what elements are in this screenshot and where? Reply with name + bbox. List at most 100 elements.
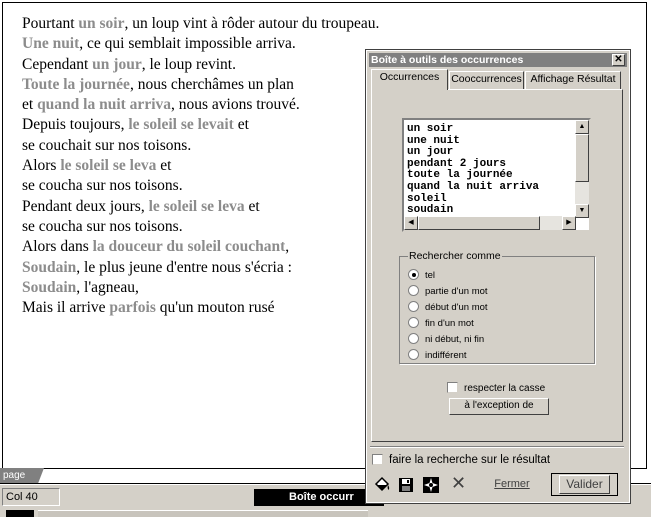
search-mode-option[interactable]: ni début, ni fin	[408, 333, 484, 347]
search-on-result-label: faire la recherche sur le résultat	[389, 454, 551, 466]
tab-cooccurrences-label: Cooccurrences	[451, 73, 522, 85]
occurrence-highlight: Soudain	[22, 258, 77, 276]
document-line: Alors le soleil se leva et	[22, 156, 379, 176]
document-line: Cependant un jour, le loup revint.	[22, 55, 379, 75]
document-line: se couchait sur nos toisons.	[22, 136, 379, 156]
text-run: , le loup revint.	[141, 55, 236, 73]
occurrence-highlight: le soleil se leva	[60, 157, 157, 175]
radio-button[interactable]	[408, 333, 419, 344]
radio-button[interactable]	[408, 285, 419, 296]
document-line: et quand la nuit arriva, nous avions tro…	[22, 95, 379, 115]
magic-wand-icon[interactable]	[422, 476, 440, 494]
taskbar-window-button[interactable]: Boîte occurr	[254, 489, 384, 506]
column-indicator: Col 40	[2, 488, 60, 506]
clear-icon[interactable]: ✕	[451, 474, 466, 492]
occurrence-highlight: le soleil se leva	[148, 197, 245, 215]
radio-label: partie d'un mot	[425, 286, 488, 297]
close-button[interactable]: ✕	[612, 54, 625, 66]
search-on-result-option[interactable]: faire la recherche sur le résultat	[372, 453, 550, 467]
save-icon[interactable]	[397, 476, 415, 494]
occurrence-highlight: Soudain	[22, 278, 77, 296]
search-mode-option[interactable]: tel	[408, 269, 435, 283]
document-line: Pendant deux jours, le soleil se leva et	[22, 197, 379, 217]
text-run: , un loup vint à rôder autour du troupea…	[124, 15, 380, 32]
text-run: se coucha sur nos toisons.	[22, 217, 183, 235]
scroll-right-button[interactable]: ▶	[562, 216, 576, 230]
tab-cooccurrences[interactable]: Cooccurrences	[449, 71, 524, 89]
document-text[interactable]: Pourtant un soir, un loup vint à rôder a…	[22, 14, 379, 318]
occurrences-toolbox-window: Boîte à outils des occurrences ✕ Occurre…	[365, 49, 631, 504]
paint-bucket-icon[interactable]	[373, 476, 391, 494]
text-run: , le plus jeune d'entre nous s'écria :	[76, 258, 292, 276]
list-item[interactable]: un soir	[407, 123, 539, 136]
document-line: Une nuit, ce qui semblait impossible arr…	[22, 34, 379, 54]
case-sensitive-checkbox[interactable]	[447, 382, 458, 393]
tab-occurrences[interactable]: Occurrences	[371, 69, 448, 90]
search-on-result-checkbox[interactable]	[372, 454, 383, 465]
radio-label: ni début, ni fin	[425, 334, 485, 345]
radio-button[interactable]	[408, 317, 419, 328]
vertical-scrollbar[interactable]: ▲ ▼	[575, 120, 589, 218]
window-title: Boîte à outils des occurrences	[371, 54, 524, 66]
scroll-down-button[interactable]: ▼	[575, 204, 589, 218]
search-mode-option[interactable]: début d'un mot	[408, 301, 488, 315]
vertical-scroll-thumb[interactable]	[575, 134, 589, 182]
occurrence-list[interactable]: un soir une nuit un jour pendant 2 jours tou…	[402, 118, 591, 232]
document-line: Alors dans la douceur du soleil couchant…	[22, 237, 379, 257]
horizontal-scrollbar[interactable]: ◀ ▶	[404, 216, 576, 230]
occurrence-highlight: le soleil se levait	[128, 116, 234, 134]
text-run: ,	[285, 238, 290, 256]
occurrence-highlight: un soir	[78, 15, 125, 32]
radio-button[interactable]	[408, 349, 419, 360]
text-run: , ce qui semblait impossible arriva.	[79, 35, 296, 53]
search-mode-legend: Rechercher comme	[408, 250, 502, 262]
search-mode-option[interactable]: partie d'un mot	[408, 285, 488, 299]
document-line: Depuis toujours, le soleil se levait et	[22, 115, 379, 135]
occurrence-highlight: Une nuit	[22, 35, 80, 53]
text-run: et	[22, 96, 38, 114]
horizontal-scroll-thumb[interactable]	[418, 216, 540, 230]
page-tab[interactable]: page	[0, 468, 44, 484]
occurrence-highlight: parfois	[109, 299, 156, 317]
text-run: , nous cherchâmes un plan	[129, 75, 294, 93]
document-line: Soudain, l'agneau,	[22, 278, 379, 298]
window-titlebar[interactable]: Boîte à outils des occurrences ✕	[369, 53, 627, 67]
tab-result-label: Affichage Résultat	[530, 73, 616, 85]
case-sensitive-label: respecter la casse	[464, 383, 546, 394]
validate-label: Valider	[559, 475, 610, 494]
occurrence-highlight: un jour	[92, 55, 142, 73]
radio-button[interactable]	[408, 269, 419, 280]
radio-label: fin d'un mot	[425, 318, 474, 329]
document-line: Pourtant un soir, un loup vint à rôder a…	[22, 14, 379, 34]
text-run: Pendant deux jours,	[22, 197, 149, 215]
text-run: Pourtant	[22, 15, 79, 32]
text-run: , l'agneau,	[76, 278, 139, 296]
list-item[interactable]: quand la nuit arriva	[407, 181, 539, 194]
search-mode-option[interactable]: fin d'un mot	[408, 317, 474, 331]
document-line: Mais il arrive parfois qu'un mouton rusé	[22, 298, 379, 318]
validate-button[interactable]: Valider	[551, 473, 618, 496]
close-window-button[interactable]: Fermer	[479, 474, 545, 496]
text-run: se coucha sur nos toisons.	[22, 177, 183, 195]
radio-label: début d'un mot	[425, 302, 488, 313]
separator	[370, 446, 624, 448]
text-run: qu'un mouton rusé	[155, 299, 275, 317]
text-run: Mais il arrive	[22, 299, 110, 317]
list-item[interactable]: soudain	[407, 205, 539, 217]
search-mode-group: Rechercher comme tel partie d'un mot début…	[399, 250, 595, 364]
text-run: Depuis toujours,	[22, 116, 129, 134]
text-run: Cependant	[22, 55, 93, 73]
except-button[interactable]: à l'exception de	[449, 398, 549, 415]
document-line: Soudain, le plus jeune d'entre nous s'éc…	[22, 258, 379, 278]
tab-result-display[interactable]: Affichage Résultat	[525, 71, 621, 89]
occurrence-highlight: Toute la journée	[22, 75, 130, 93]
taskbar-start-area[interactable]	[6, 510, 34, 517]
case-sensitive-option[interactable]: respecter la casse	[447, 382, 545, 395]
text-run: et	[156, 157, 172, 175]
text-run: se couchait sur nos toisons.	[22, 136, 192, 154]
radio-button[interactable]	[408, 301, 419, 312]
radio-label: indifférent	[425, 350, 467, 361]
search-mode-option[interactable]: indifférent	[408, 349, 467, 363]
scroll-left-button[interactable]: ◀	[404, 216, 418, 230]
scroll-up-button[interactable]: ▲	[575, 120, 589, 134]
